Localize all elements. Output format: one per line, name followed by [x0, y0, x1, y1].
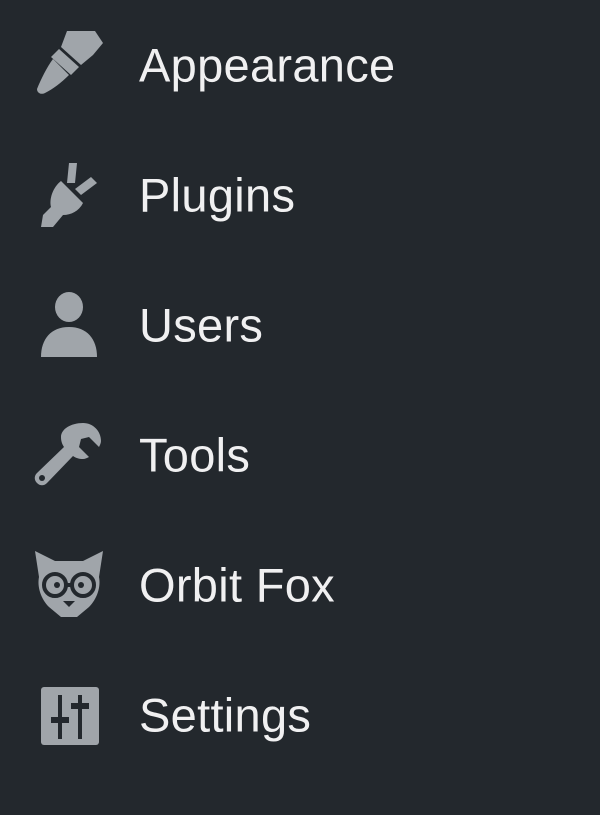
orbit-fox-logo-icon: [31, 547, 107, 623]
sidebar-item-label: Orbit Fox: [139, 558, 335, 612]
sidebar-item-label: Tools: [139, 428, 251, 482]
sidebar-item-label: Appearance: [139, 38, 396, 92]
sidebar-item-label: Users: [139, 298, 264, 352]
plugin-plug-icon: [31, 157, 107, 233]
sidebar-item-tools[interactable]: Tools: [0, 390, 600, 520]
sidebar-item-label: Settings: [139, 688, 312, 742]
paintbrush-icon: [31, 27, 107, 103]
sidebar-item-orbit-fox[interactable]: Orbit Fox: [0, 520, 600, 650]
user-icon: [31, 287, 107, 363]
sidebar-item-users[interactable]: Users: [0, 260, 600, 390]
wrench-icon: [31, 417, 107, 493]
admin-sidebar-menu: Appearance Plugins Users Tools Orbit Fox…: [0, 0, 600, 815]
sidebar-item-label: Plugins: [139, 168, 296, 222]
settings-sliders-icon: [31, 677, 107, 753]
sidebar-item-appearance[interactable]: Appearance: [0, 0, 600, 130]
sidebar-item-plugins[interactable]: Plugins: [0, 130, 600, 260]
sidebar-item-settings[interactable]: Settings: [0, 650, 600, 780]
